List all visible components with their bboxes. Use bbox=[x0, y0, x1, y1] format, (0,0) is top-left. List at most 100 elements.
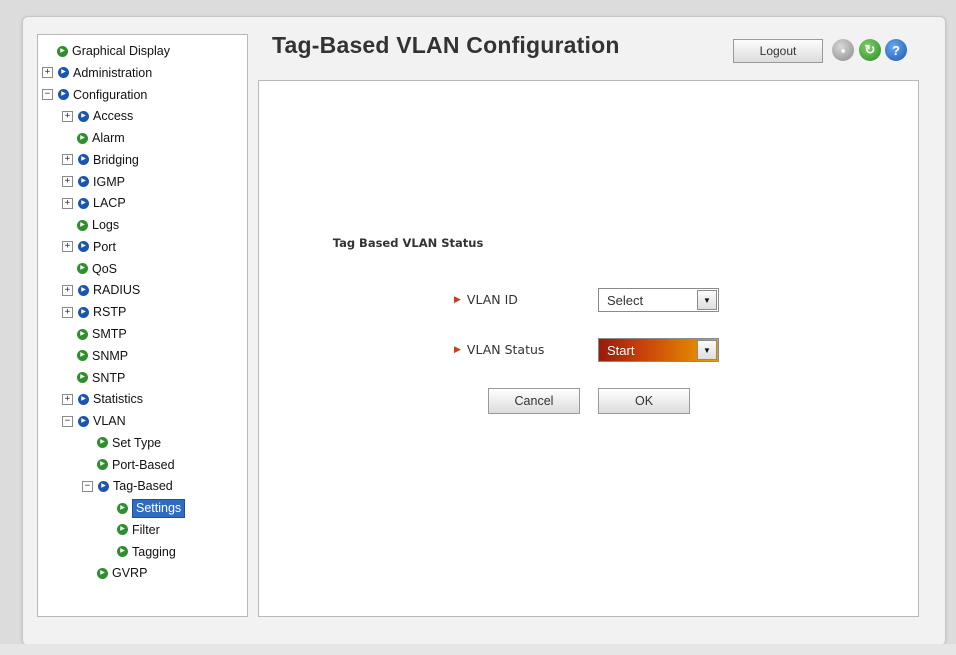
nav-item-vlan[interactable]: − ▶ VLAN bbox=[62, 411, 126, 431]
bullet-icon: ▶ bbox=[117, 546, 128, 558]
bullet-icon: ▶ bbox=[78, 393, 89, 405]
nav-item-sntp[interactable]: ▶ SNTP bbox=[77, 368, 125, 388]
nav-item-filter[interactable]: ▶ Filter bbox=[117, 520, 160, 540]
nav-item-label: SNTP bbox=[92, 370, 126, 385]
nav-item-lacp[interactable]: + ▶ LACP bbox=[62, 193, 126, 213]
expand-icon[interactable]: + bbox=[62, 306, 73, 318]
nav-item-label: QoS bbox=[92, 261, 118, 276]
nav-item-configuration[interactable]: − ▶ Configuration bbox=[42, 85, 147, 105]
bullet-icon: ▶ bbox=[78, 306, 89, 318]
bullet-icon: ▶ bbox=[97, 437, 108, 449]
nav-item-label: SMTP bbox=[92, 327, 127, 341]
vlan-id-label: VLAN ID bbox=[466, 292, 518, 307]
chevron-down-icon[interactable]: ▼ bbox=[697, 290, 717, 310]
nav-item-label: LACP bbox=[93, 196, 126, 211]
nav-item-tag-based[interactable]: − ▶ Tag-Based bbox=[82, 476, 173, 496]
bullet-icon: ▶ bbox=[77, 132, 88, 144]
nav-item-administration[interactable]: + ▶ Administration bbox=[42, 63, 152, 83]
bullet-icon: ▶ bbox=[77, 219, 88, 231]
nav-item-label: Set Type bbox=[112, 435, 162, 450]
nav-item-label: Tagging bbox=[132, 544, 176, 559]
nav-item-label: RSTP bbox=[93, 305, 127, 320]
nav-item-label: VLAN bbox=[93, 414, 126, 429]
nav-item-logs[interactable]: ▶ Logs bbox=[77, 215, 119, 235]
bullet-icon: ▶ bbox=[58, 89, 69, 101]
bullet-icon: ▶ bbox=[58, 67, 69, 79]
expand-icon[interactable]: + bbox=[62, 197, 73, 209]
vlan-id-select[interactable]: Select ▼ bbox=[598, 288, 719, 312]
nav-item-set-type[interactable]: ▶ Set Type bbox=[97, 433, 161, 453]
nav-item-rstp[interactable]: + ▶ RSTP bbox=[62, 302, 126, 322]
nav-item-label: Port-Based bbox=[112, 457, 175, 472]
expand-icon[interactable]: + bbox=[42, 67, 53, 79]
collapse-icon[interactable]: − bbox=[82, 480, 93, 492]
bullet-icon: ▶ bbox=[78, 415, 89, 427]
nav-item-access[interactable]: + ▶ Access bbox=[62, 106, 133, 126]
bullet-icon: ▶ bbox=[77, 263, 88, 275]
vlan-id-value: Select bbox=[607, 292, 644, 308]
ok-button[interactable]: OK bbox=[598, 388, 690, 414]
nav-item-label: Settings bbox=[132, 498, 186, 518]
bullet-icon: ▶ bbox=[77, 372, 88, 384]
nav-item-label: Statistics bbox=[93, 392, 144, 407]
logout-button[interactable]: Logout bbox=[733, 39, 823, 63]
nav-item-port-based[interactable]: ▶ Port-Based bbox=[97, 455, 175, 475]
nav-item-radius[interactable]: + ▶ RADIUS bbox=[62, 280, 140, 300]
expand-icon[interactable]: + bbox=[62, 284, 73, 296]
bullet-icon: ▶ bbox=[78, 284, 89, 296]
bullet-icon: ▶ bbox=[78, 176, 89, 188]
nav-item-label: Configuration bbox=[73, 87, 148, 102]
nav-tree: ▶ Graphical Display + ▶ Administration − ▶ Conf… bbox=[37, 34, 248, 617]
vlan-status-row-label: ▶ VLAN Status bbox=[454, 342, 544, 357]
nav-item-label: Tag-Based bbox=[113, 479, 173, 494]
bullet-icon: ▶ bbox=[78, 197, 89, 209]
bullet-icon: ▶ bbox=[78, 154, 89, 166]
nav-item-bridging[interactable]: + ▶ Bridging bbox=[62, 150, 139, 170]
nav-item-label: Access bbox=[93, 109, 134, 124]
collapse-icon[interactable]: − bbox=[42, 89, 53, 101]
refresh-icon[interactable]: ↻ bbox=[859, 39, 881, 61]
bullet-icon: ▶ bbox=[78, 110, 89, 122]
bullet-icon: ▶ bbox=[117, 524, 128, 536]
page-footer bbox=[0, 644, 956, 655]
nav-item-graphical-display[interactable]: ▶ Graphical Display bbox=[57, 41, 170, 61]
help-icon[interactable]: ? bbox=[885, 39, 907, 61]
expand-icon[interactable]: + bbox=[62, 176, 73, 188]
bullet-icon: ▶ bbox=[117, 502, 128, 514]
nav-item-gvrp[interactable]: ▶ GVRP bbox=[97, 563, 147, 583]
vlan-status-select[interactable]: Start ▼ bbox=[598, 338, 719, 362]
nav-item-settings[interactable]: ▶ Settings bbox=[117, 498, 186, 518]
nav-item-smtp[interactable]: ▶ SMTP bbox=[77, 324, 127, 344]
nav-item-qos[interactable]: ▶ QoS bbox=[77, 259, 117, 279]
nav-item-alarm[interactable]: ▶ Alarm bbox=[77, 128, 125, 148]
nav-item-igmp[interactable]: + ▶ IGMP bbox=[62, 172, 125, 192]
cancel-button[interactable]: Cancel bbox=[488, 388, 580, 414]
nav-item-label: IGMP bbox=[93, 174, 125, 189]
expand-icon[interactable]: + bbox=[62, 393, 73, 405]
nav-item-tagging[interactable]: ▶ Tagging bbox=[117, 542, 176, 562]
bullet-icon: ▶ bbox=[77, 350, 88, 362]
nav-item-label: Alarm bbox=[92, 131, 125, 146]
bullet-icon: ▶ bbox=[97, 567, 108, 579]
nav-item-label: Logs bbox=[92, 218, 120, 233]
section-title: Tag Based VLAN Status bbox=[332, 236, 484, 250]
nav-item-snmp[interactable]: ▶ SNMP bbox=[77, 346, 128, 366]
bullet-icon: ▶ bbox=[98, 480, 109, 492]
nav-item-label: Bridging bbox=[93, 152, 139, 167]
nav-item-label: SNMP bbox=[92, 348, 129, 363]
nav-item-statistics[interactable]: + ▶ Statistics bbox=[62, 389, 143, 409]
chevron-down-icon[interactable]: ▼ bbox=[697, 340, 717, 360]
vlan-id-row-label: ▶ VLAN ID bbox=[454, 292, 518, 307]
nav-item-label: Filter bbox=[132, 522, 160, 537]
save-icon[interactable]: ▪ bbox=[832, 39, 854, 61]
nav-item-label: Administration bbox=[73, 65, 153, 80]
expand-icon[interactable]: + bbox=[62, 154, 73, 166]
bullet-icon: ▶ bbox=[77, 328, 88, 340]
nav-item-label: Graphical Display bbox=[72, 44, 170, 58]
vlan-status-label: VLAN Status bbox=[466, 342, 545, 357]
collapse-icon[interactable]: − bbox=[62, 415, 73, 427]
expand-icon[interactable]: + bbox=[62, 110, 73, 122]
nav-item-label: GVRP bbox=[112, 566, 148, 581]
arrow-right-icon: ▶ bbox=[454, 344, 461, 355]
vlan-status-value: Start bbox=[607, 342, 635, 358]
